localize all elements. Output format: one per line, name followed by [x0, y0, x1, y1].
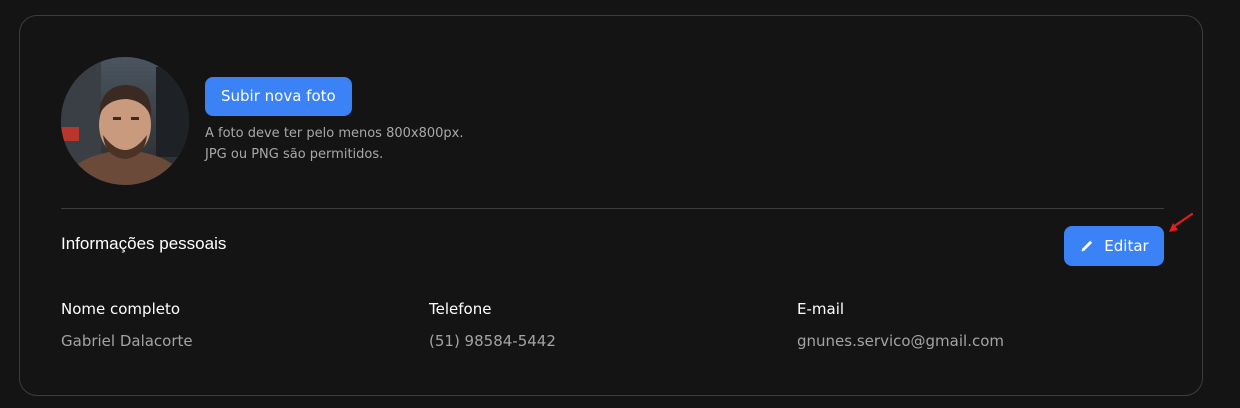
section-divider	[61, 208, 1164, 209]
phone-label: Telefone	[429, 300, 492, 318]
profile-card	[19, 15, 1203, 396]
pencil-icon	[1079, 238, 1095, 254]
phone-value: (51) 98584-5442	[429, 332, 556, 350]
photo-format-hint: JPG ou PNG são permitidos.	[205, 147, 384, 162]
email-label: E-mail	[797, 300, 845, 318]
edit-label: Editar	[1104, 237, 1149, 255]
edit-button[interactable]: Editar	[1064, 226, 1164, 266]
photo-size-hint: A foto deve ter pelo menos 800x800px.	[205, 126, 464, 141]
full-name-value: Gabriel Dalacorte	[61, 332, 193, 350]
email-value: gnunes.servico@gmail.com	[797, 332, 1004, 350]
annotation-arrow-icon	[1169, 212, 1194, 232]
personal-info-title: Informações pessoais	[61, 234, 227, 253]
avatar	[61, 57, 189, 185]
upload-photo-button[interactable]: Subir nova foto	[205, 77, 352, 116]
full-name-label: Nome completo	[61, 300, 181, 318]
